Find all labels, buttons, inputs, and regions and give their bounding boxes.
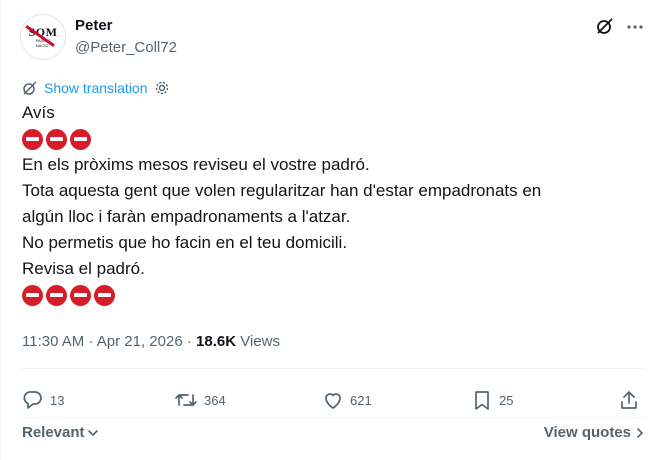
bookmark-icon <box>471 389 493 411</box>
post-text: Avís En els pròxims mesos reviseu el vos… <box>22 100 642 308</box>
share-icon <box>618 389 640 411</box>
action-bar: 13 364 621 25 <box>22 384 646 416</box>
meta-separator: · <box>186 333 197 350</box>
like-button[interactable]: 621 <box>322 384 372 416</box>
post-date[interactable]: Apr 21, 2026 <box>97 333 183 350</box>
share-button[interactable] <box>618 384 640 416</box>
no-entry-icon <box>70 128 91 150</box>
post-line: En els pròxims mesos reviseu el vostre p… <box>22 155 370 174</box>
grok-icon[interactable] <box>594 15 616 37</box>
bookmark-count: 25 <box>499 392 514 408</box>
reply-count: 13 <box>50 392 65 408</box>
no-entry-icon <box>46 128 67 150</box>
bookmark-button[interactable]: 25 <box>471 384 513 416</box>
emoji-row <box>22 282 642 308</box>
show-translation-label[interactable]: Show translation <box>44 80 148 96</box>
view-quotes-label: View quotes <box>543 424 631 441</box>
divider <box>22 368 645 369</box>
heart-icon <box>322 389 344 411</box>
like-count: 621 <box>350 392 372 408</box>
post-line: algún lloc i faràn empadronaments a l'at… <box>22 207 351 226</box>
author-name[interactable]: Peter <box>75 16 113 36</box>
show-translation-link[interactable]: Show translation <box>22 78 170 98</box>
more-options-icon[interactable] <box>624 16 646 38</box>
chevron-down-icon <box>87 427 99 439</box>
sort-dropdown[interactable]: Relevant <box>22 424 99 441</box>
post-line: Avís <box>22 103 55 122</box>
left-border <box>0 0 1 460</box>
no-entry-icon <box>46 284 67 306</box>
sort-label: Relevant <box>22 424 85 441</box>
no-entry-icon <box>94 284 115 306</box>
views-count: 18.6K <box>196 333 237 350</box>
avatar[interactable]: SOM PAÏSOS NACIO <box>20 14 66 60</box>
chevron-right-icon <box>635 427 645 439</box>
meta-separator: · <box>88 333 97 350</box>
post-line: Revisa el padró. <box>22 259 145 278</box>
post-line: No permetis que ho facin en el teu domic… <box>22 233 348 252</box>
author-handle[interactable]: @Peter_Coll72 <box>75 38 177 58</box>
post-time[interactable]: 11:30 AM <box>22 333 84 350</box>
translate-icon <box>22 80 38 96</box>
repost-icon <box>174 389 198 411</box>
repost-count: 364 <box>204 392 226 408</box>
divider <box>22 417 645 418</box>
repost-button[interactable]: 364 <box>174 384 226 416</box>
post-meta: 11:30 AM · Apr 21, 2026 · 18.6K Views <box>22 331 280 353</box>
view-quotes-link[interactable]: View quotes <box>544 424 645 441</box>
no-entry-icon <box>22 284 43 306</box>
no-entry-icon <box>22 128 43 150</box>
reply-button[interactable]: 13 <box>22 384 64 416</box>
views-label: Views <box>240 333 280 350</box>
no-entry-icon <box>70 284 91 306</box>
post-line: Tota aquesta gent que volen regularitzar… <box>22 181 542 200</box>
emoji-row <box>22 126 642 152</box>
gear-icon[interactable] <box>154 80 170 96</box>
reply-icon <box>22 389 44 411</box>
